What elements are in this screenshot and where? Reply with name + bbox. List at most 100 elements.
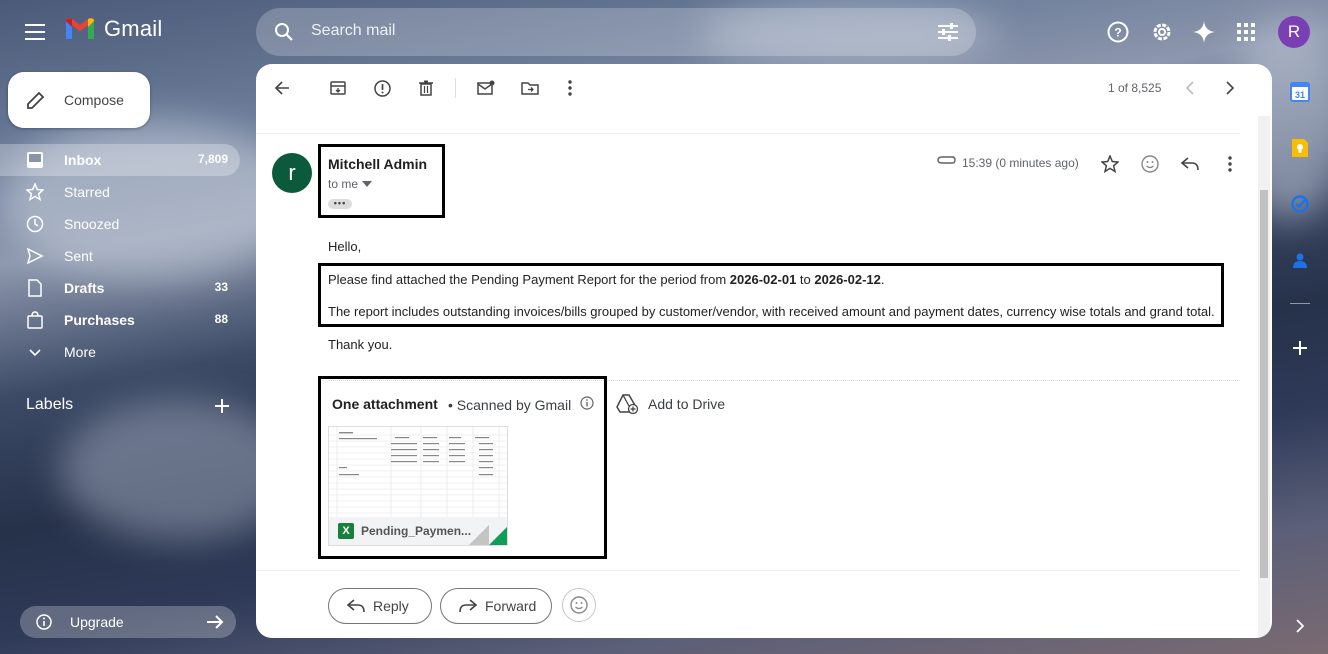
thread-divider — [256, 133, 1240, 134]
emoji-react-icon[interactable] — [1134, 148, 1166, 180]
nav-label: Snoozed — [64, 216, 120, 232]
excel-file-icon: X — [338, 523, 354, 539]
nav-label: Starred — [64, 184, 110, 200]
add-to-drive-button[interactable]: Add to Drive — [616, 390, 725, 418]
keep-app-icon[interactable] — [1286, 134, 1314, 162]
trash-icon[interactable] — [410, 72, 442, 104]
clock-icon — [26, 215, 44, 233]
forward-button[interactable]: Forward — [440, 588, 552, 624]
help-icon[interactable]: ? — [1098, 12, 1138, 52]
move-to-folder-icon[interactable] — [514, 72, 546, 104]
forward-label: Forward — [485, 598, 537, 614]
toolbar-divider — [455, 78, 456, 98]
nav-label: Drafts — [64, 280, 105, 296]
side-panel-divider — [1290, 303, 1310, 304]
main-menu-icon[interactable] — [16, 12, 56, 52]
nav-item-starred[interactable]: Starred — [0, 176, 240, 208]
scrollbar-thumb[interactable] — [1260, 190, 1268, 578]
show-trimmed-content-button[interactable]: ••• — [328, 199, 352, 209]
nav-item-snoozed[interactable]: Snoozed — [0, 208, 240, 240]
star-icon[interactable] — [1094, 148, 1126, 180]
get-addons-plus-icon[interactable] — [1286, 334, 1314, 362]
nav-item-inbox[interactable]: Inbox 7,809 — [0, 144, 240, 176]
sender-avatar[interactable]: r — [272, 153, 312, 193]
search-options-icon[interactable] — [934, 18, 962, 46]
add-label-plus-icon[interactable] — [208, 392, 236, 420]
emoji-reaction-button[interactable] — [562, 588, 596, 622]
shopping-bag-icon — [26, 311, 44, 329]
add-to-drive-label: Add to Drive — [648, 396, 726, 412]
attachment-count-title: One attachment — [332, 396, 438, 412]
reply-button[interactable]: Reply — [328, 588, 432, 624]
attachment-thumbnail[interactable]: X Pending_Paymen... — [328, 426, 508, 546]
calendar-app-icon[interactable]: 31 — [1286, 78, 1314, 106]
caret-down-icon — [362, 181, 373, 187]
reply-arrow-icon — [347, 599, 365, 613]
spreadsheet-preview-image — [329, 427, 507, 519]
forward-arrow-icon — [459, 599, 477, 613]
body-paragraph-2: The report includes outstanding invoices… — [328, 304, 1215, 319]
pagination-count: 1 of 8,525 — [1108, 81, 1162, 95]
gemini-sparkle-icon[interactable] — [1184, 12, 1224, 52]
date-from: 2026-02-01 — [729, 272, 797, 287]
older-chevron-right-icon[interactable] — [1214, 72, 1246, 104]
app-name: Gmail — [104, 16, 163, 41]
chevron-down-icon — [26, 343, 44, 361]
sender-name[interactable]: Mitchell Admin — [328, 156, 427, 172]
closing-text: Thank you. — [328, 337, 393, 352]
show-side-panel-chevron-icon[interactable] — [1286, 612, 1314, 640]
star-icon — [26, 183, 44, 201]
arrow-right-icon — [206, 613, 224, 631]
archive-icon[interactable] — [322, 72, 354, 104]
reply-divider — [256, 570, 1240, 571]
date-to: 2026-02-12 — [814, 272, 881, 287]
newer-chevron-left-icon[interactable] — [1174, 72, 1206, 104]
calendar-date: 31 — [1295, 90, 1305, 100]
account-avatar[interactable]: R — [1278, 16, 1310, 48]
body-text: to — [796, 272, 815, 287]
send-icon — [26, 247, 44, 265]
nav-label: Inbox — [64, 152, 102, 168]
mark-unread-icon[interactable] — [470, 72, 502, 104]
body-text: . — [880, 272, 885, 287]
search-input[interactable]: Search mail — [311, 22, 395, 40]
upgrade-button[interactable]: Upgrade — [20, 606, 236, 638]
contacts-app-icon[interactable] — [1286, 246, 1314, 274]
recipient-details-toggle[interactable]: to me — [328, 177, 373, 191]
compose-button[interactable]: Compose — [8, 72, 150, 128]
nav-item-purchases[interactable]: Purchases 88 — [0, 304, 240, 336]
scrollbar[interactable] — [1258, 116, 1270, 636]
nav-item-drafts[interactable]: Drafts 33 — [0, 272, 240, 304]
search-bar[interactable]: Search mail — [256, 8, 976, 56]
search-icon[interactable] — [270, 18, 298, 46]
info-icon — [36, 614, 52, 630]
inbox-icon — [26, 151, 44, 169]
tasks-app-icon[interactable] — [1286, 190, 1314, 218]
gmail-m-icon — [66, 18, 94, 39]
message-toolbar: 1 of 8,525 — [256, 64, 1272, 112]
file-corner-fold-icon — [469, 525, 507, 545]
body-text: Please find attached the Pending Payment… — [328, 272, 730, 287]
settings-gear-icon[interactable] — [1142, 12, 1182, 52]
nav-label: Sent — [64, 248, 93, 264]
upgrade-label: Upgrade — [70, 614, 124, 630]
info-circle-icon[interactable] — [580, 396, 594, 410]
nav-item-more[interactable]: More — [0, 336, 240, 368]
back-arrow-icon[interactable] — [266, 72, 298, 104]
message-more-vertical-icon[interactable] — [1214, 148, 1246, 180]
scanned-by-gmail-label: • Scanned by Gmail — [448, 397, 572, 413]
reply-arrow-icon[interactable] — [1174, 148, 1206, 180]
svg-text:?: ? — [1114, 26, 1121, 40]
attachment-footer: X Pending_Paymen... — [329, 517, 507, 545]
report-spam-icon[interactable] — [366, 72, 398, 104]
greeting-text: Hello, — [328, 239, 362, 254]
nav-item-sent[interactable]: Sent — [0, 240, 240, 272]
gmail-logo[interactable]: Gmail — [64, 16, 162, 42]
smiley-icon — [570, 596, 588, 614]
attachment-filename: Pending_Paymen... — [361, 524, 472, 538]
apps-grid-icon[interactable] — [1226, 12, 1266, 52]
more-vertical-icon[interactable] — [554, 72, 586, 104]
message-timestamp: 15:39 (0 minutes ago) — [962, 156, 1079, 170]
message-panel: 1 of 8,525 r Mitchell Admin to me ••• 15… — [256, 64, 1272, 638]
body-paragraph-1: Please find attached the Pending Payment… — [328, 272, 885, 287]
